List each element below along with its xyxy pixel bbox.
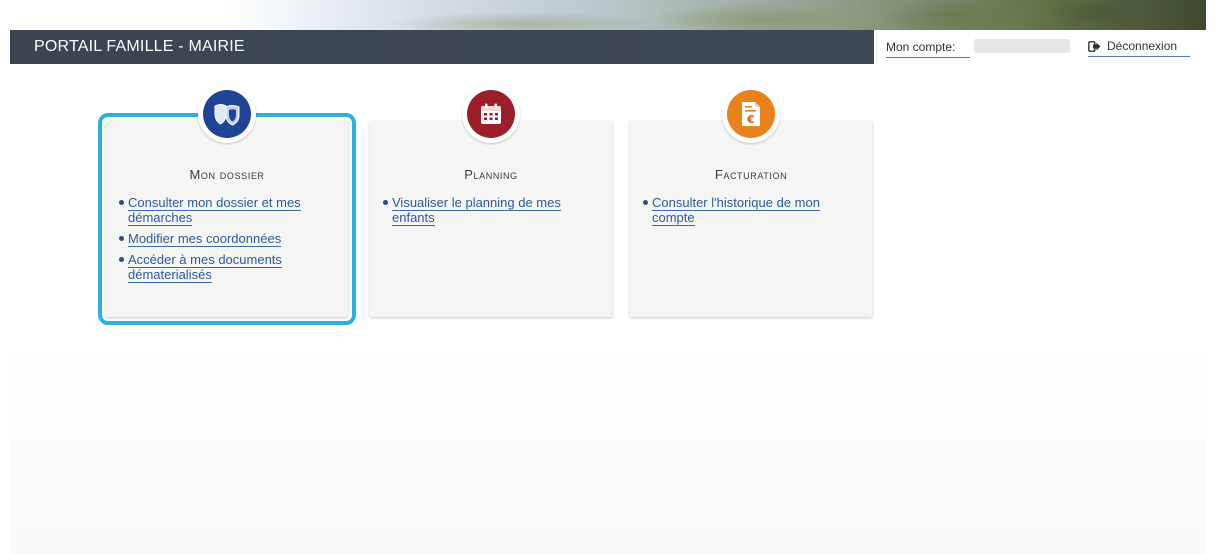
logout-label: Déconnexion (1107, 39, 1178, 53)
card-title: Facturation (714, 167, 788, 182)
card-planning[interactable]: Planning Visualiser le planning de mes e… (370, 85, 612, 317)
card-icon-badge: € (722, 85, 780, 143)
card-facturation[interactable]: € Facturation Consulter l'historique de … (630, 85, 872, 317)
card-icon-badge (198, 85, 256, 143)
link-historique-compte[interactable]: Consulter l'historique de mon compte (652, 195, 820, 226)
card-links: Consulter mon dossier et mes démarches M… (119, 195, 339, 288)
list-item: Modifier mes coordonnées (119, 231, 339, 247)
logout-icon (1088, 40, 1101, 52)
site-title: PORTAIL FAMILLE - MAIRIE (34, 38, 245, 55)
list-item: Consulter l'historique de mon compte (643, 195, 863, 226)
calendar-icon (467, 90, 515, 138)
list-item: Accéder à mes documents dématerialisés (119, 252, 339, 283)
link-documents-dematerialises[interactable]: Accéder à mes documents dématerialisés (128, 252, 282, 283)
account-name-redacted (974, 39, 1070, 53)
link-visualiser-planning[interactable]: Visualiser le planning de mes enfants (392, 195, 561, 226)
header-banner-image (10, 0, 1206, 30)
link-consulter-dossier[interactable]: Consulter mon dossier et mes démarches (128, 195, 301, 226)
list-item: Consulter mon dossier et mes démarches (119, 195, 339, 226)
card-title: Planning (464, 167, 518, 182)
card-links: Visualiser le planning de mes enfants (383, 195, 603, 231)
main-content: Mon dossier Consulter mon dossier et mes… (10, 64, 1206, 554)
card-icon-badge (462, 85, 520, 143)
logout-button[interactable]: Déconnexion (1088, 39, 1190, 57)
invoice-euro-icon: € (727, 90, 775, 138)
list-item: Visualiser le planning de mes enfants (383, 195, 603, 226)
svg-text:€: € (746, 113, 755, 126)
account-label: Mon compte: (886, 40, 970, 58)
link-modifier-coordonnees[interactable]: Modifier mes coordonnées (128, 231, 282, 247)
card-mon-dossier[interactable]: Mon dossier Consulter mon dossier et mes… (98, 85, 356, 325)
card-title: Mon dossier (189, 167, 265, 182)
shield-pair-icon (203, 90, 251, 138)
card-links: Consulter l'historique de mon compte (643, 195, 863, 231)
